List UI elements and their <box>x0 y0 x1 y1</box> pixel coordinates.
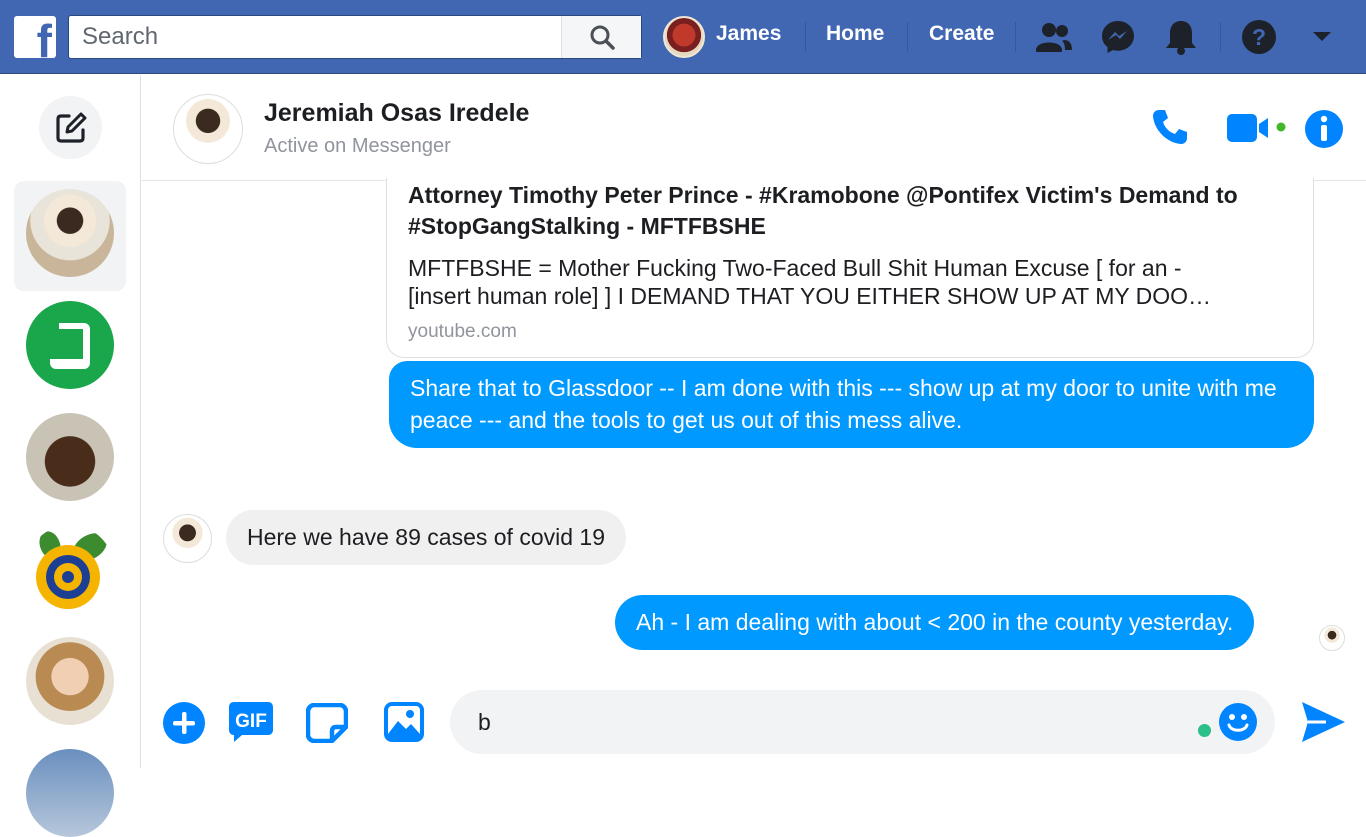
create-link[interactable]: Create <box>929 22 994 46</box>
messenger-button[interactable] <box>1099 18 1137 56</box>
search-button[interactable] <box>561 16 641 58</box>
conversation-header: Jeremiah Osas Iredele Active on Messenge… <box>142 75 1366 181</box>
friend-requests-button[interactable] <box>1035 18 1073 56</box>
profile-link[interactable] <box>663 15 705 59</box>
contact-name[interactable]: Jeremiah Osas Iredele <box>264 99 529 128</box>
info-icon <box>1305 110 1343 148</box>
outgoing-message[interactable]: Share that to Glassdoor -- I am done wit… <box>389 361 1314 448</box>
chevron-down-icon <box>1313 32 1331 41</box>
conversation-info-button[interactable] <box>1304 109 1344 154</box>
avatar <box>663 16 705 58</box>
thread-avatar-contact-6[interactable] <box>26 749 114 837</box>
video-call-button[interactable] <box>1226 112 1288 149</box>
search-box <box>68 15 642 59</box>
search-icon <box>590 25 615 50</box>
incoming-message[interactable]: Here we have 89 cases of covid 19 <box>226 510 626 565</box>
contact-avatar[interactable] <box>173 94 243 164</box>
notifications-button[interactable] <box>1162 18 1200 56</box>
voice-call-button[interactable] <box>1150 107 1190 152</box>
gif-icon: GIF <box>229 702 273 742</box>
search-input[interactable] <box>69 16 563 58</box>
thread-avatar-rotary[interactable] <box>26 525 114 613</box>
compose-icon <box>55 112 86 143</box>
friends-icon <box>1036 23 1072 52</box>
emoji-button[interactable] <box>1218 702 1258 747</box>
sender-avatar[interactable] <box>163 514 212 563</box>
home-link[interactable]: Home <box>826 22 884 46</box>
link-source-domain: youtube.com <box>408 321 517 342</box>
nav-divider <box>907 22 908 52</box>
photo-button[interactable] <box>384 702 424 747</box>
smiley-icon <box>1219 703 1257 741</box>
sticker-button[interactable] <box>305 702 349 748</box>
contact-active-status: Active on Messenger <box>264 135 451 157</box>
outgoing-message[interactable]: Ah - I am dealing with about < 200 in th… <box>615 595 1255 650</box>
bell-icon <box>1166 21 1196 55</box>
top-navigation-bar: f James Home Create <box>0 0 1366 74</box>
nav-divider <box>1220 22 1221 52</box>
thread-avatar-contact-3[interactable] <box>26 413 114 501</box>
link-title[interactable]: Attorney Timothy Peter Prince - #Kramobo… <box>408 180 1298 242</box>
message-composer <box>450 690 1275 754</box>
plus-circle-icon <box>163 702 205 744</box>
thread-avatar-contact-5[interactable] <box>26 637 114 725</box>
typing-indicator-dot <box>1198 724 1211 737</box>
seen-receipt-avatar <box>1319 625 1345 651</box>
link-description-line-1: MFTFBSHE = Mother Fucking Two-Faced Bull… <box>408 255 1182 281</box>
shared-link-preview[interactable]: Attorney Timothy Peter Prince - #Kramobo… <box>386 178 1314 358</box>
profile-name-link[interactable]: James <box>716 22 781 46</box>
phone-icon <box>1153 110 1187 144</box>
sticker-icon <box>305 702 349 744</box>
svg-text:GIF: GIF <box>235 711 267 732</box>
thread-avatar-jeremiah[interactable] <box>26 189 114 277</box>
image-icon <box>384 702 424 742</box>
messenger-icon <box>1102 21 1134 53</box>
link-description: MFTFBSHE = Mother Fucking Two-Faced Bull… <box>408 254 1298 310</box>
video-camera-icon <box>1227 114 1286 142</box>
send-button[interactable] <box>1300 700 1346 749</box>
svg-text:?: ? <box>1252 24 1266 50</box>
message-input[interactable] <box>478 690 1178 754</box>
new-message-button[interactable] <box>39 96 102 159</box>
facebook-logo-icon[interactable]: f <box>14 16 56 58</box>
account-menu-button[interactable] <box>1303 18 1341 56</box>
help-icon: ? <box>1242 20 1276 54</box>
link-description-line-2: [insert human role] ] I DEMAND THAT YOU … <box>408 283 1212 309</box>
nav-divider <box>1015 22 1016 52</box>
conversation-list-sidebar <box>0 75 141 837</box>
rotary-logo-icon <box>36 531 107 609</box>
more-actions-button[interactable] <box>163 702 205 749</box>
gif-button[interactable]: GIF <box>228 700 274 749</box>
nav-divider <box>805 22 806 52</box>
thread-avatar-glassdoor[interactable] <box>26 301 114 389</box>
help-button[interactable]: ? <box>1240 18 1278 56</box>
send-icon <box>1302 702 1345 742</box>
glassdoor-logo-icon <box>50 323 90 369</box>
